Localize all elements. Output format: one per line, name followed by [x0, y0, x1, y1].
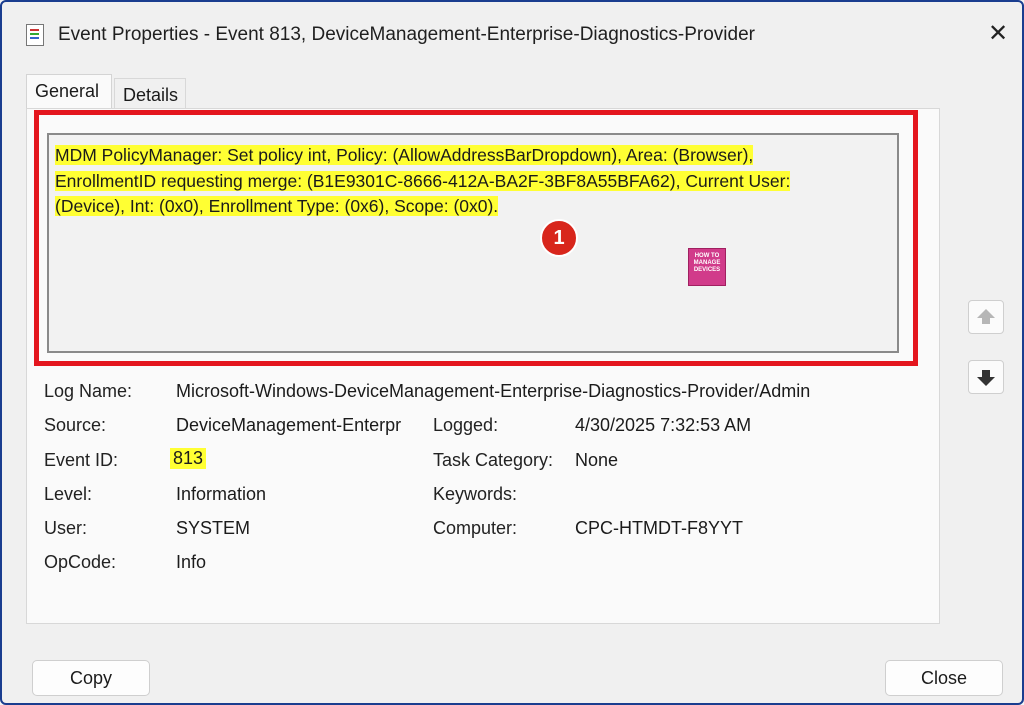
logged-value: 4/30/2025 7:32:53 AM: [575, 415, 752, 435]
tab-general[interactable]: General: [26, 74, 112, 110]
close-icon[interactable]: ✕: [984, 20, 1012, 48]
logo-line-2: MANAGE: [693, 260, 721, 266]
previous-event-button[interactable]: [968, 300, 1004, 334]
annotation-badge: 1: [540, 219, 578, 257]
log-name-label: Log Name:: [44, 381, 133, 401]
arrow-up-icon: [977, 308, 995, 324]
watermark-logo: HOW TO MANAGE DEVICES: [688, 248, 726, 286]
source-label: Source:: [44, 415, 107, 435]
copy-button[interactable]: Copy: [32, 660, 150, 696]
opcode-label: OpCode:: [44, 552, 117, 572]
description-line-3: (Device), Int: (0x0), Enrollment Type: (…: [55, 196, 499, 216]
event-description[interactable]: MDM PolicyManager: Set policy int, Polic…: [47, 133, 899, 353]
event-id-value: 813: [170, 448, 207, 469]
close-button[interactable]: Close: [885, 660, 1003, 696]
user-value: SYSTEM: [176, 518, 251, 538]
task-category-value: None: [575, 450, 619, 470]
tab-details[interactable]: Details: [114, 78, 186, 110]
event-id-label: Event ID:: [44, 450, 119, 470]
description-line-1: MDM PolicyManager: Set policy int, Polic…: [55, 145, 754, 165]
log-name-value: Microsoft-Windows-DeviceManagement-Enter…: [176, 381, 811, 401]
user-label: User:: [44, 518, 88, 538]
computer-label: Computer:: [433, 518, 518, 538]
next-event-button[interactable]: [968, 360, 1004, 394]
logged-label: Logged:: [433, 415, 499, 435]
window-title: Event Properties - Event 813, DeviceMana…: [58, 24, 755, 45]
arrow-down-icon: [977, 369, 995, 386]
task-category-label: Task Category:: [433, 450, 554, 470]
level-value: Information: [176, 484, 267, 504]
logo-line-1: HOW TO: [694, 253, 720, 259]
logo-line-3: DEVICES: [693, 267, 721, 273]
source-value: DeviceManagement-Enterpr: [176, 415, 402, 435]
keywords-label: Keywords:: [433, 484, 518, 504]
computer-value: CPC-HTMDT-F8YYT: [575, 518, 743, 538]
event-viewer-icon: [26, 24, 44, 46]
description-line-2: EnrollmentID requesting merge: (B1E9301C…: [55, 170, 791, 191]
title-bar: Event Properties - Event 813, DeviceMana…: [2, 2, 1022, 66]
opcode-value: Info: [176, 552, 207, 572]
level-label: Level:: [44, 484, 93, 504]
